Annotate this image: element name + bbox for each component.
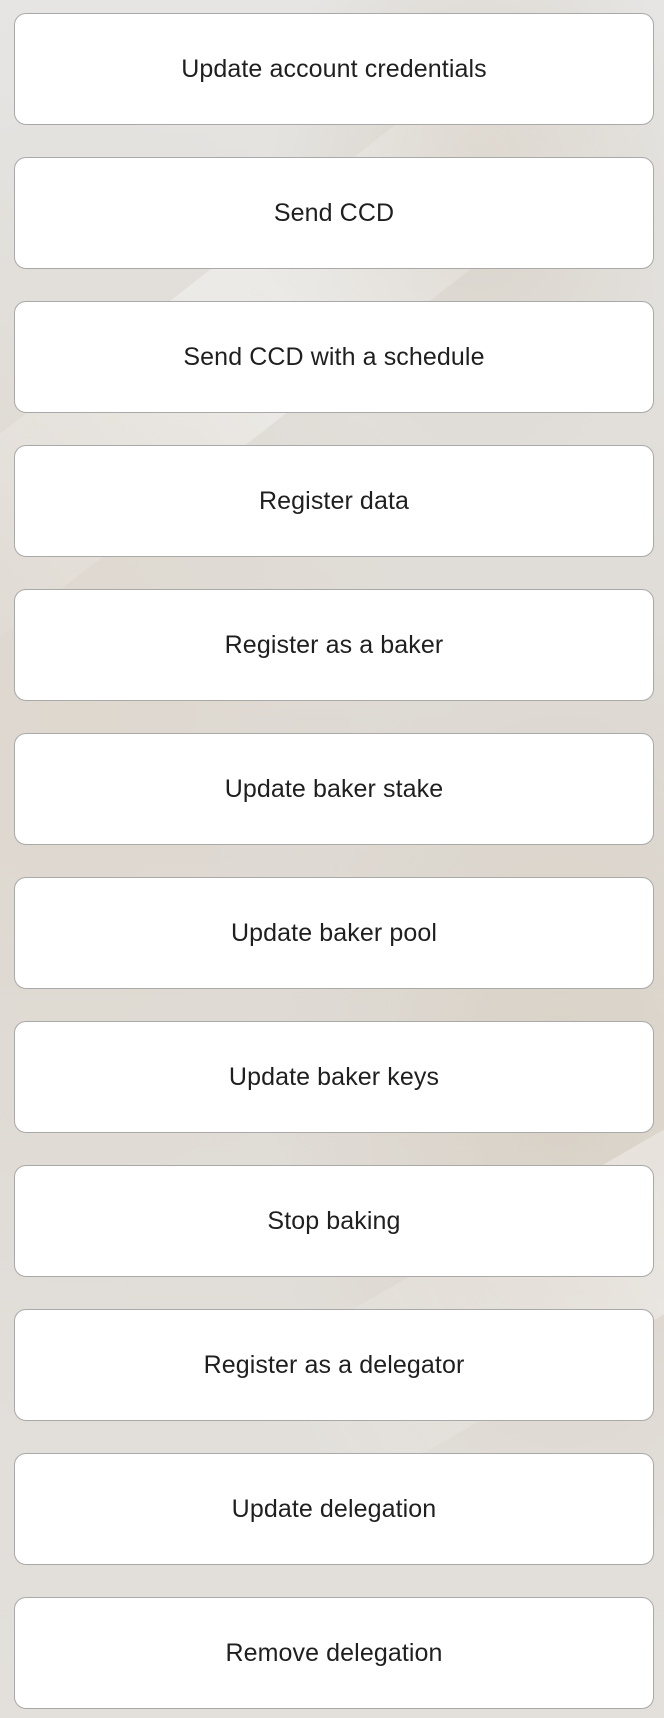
register-as-baker-button[interactable]: Register as a baker: [14, 589, 654, 701]
register-data-button[interactable]: Register data: [14, 445, 654, 557]
update-delegation-button[interactable]: Update delegation: [14, 1453, 654, 1565]
update-baker-stake-button[interactable]: Update baker stake: [14, 733, 654, 845]
update-baker-keys-button[interactable]: Update baker keys: [14, 1021, 654, 1133]
send-ccd-with-schedule-button[interactable]: Send CCD with a schedule: [14, 301, 654, 413]
send-ccd-button[interactable]: Send CCD: [14, 157, 654, 269]
update-account-credentials-button[interactable]: Update account credentials: [14, 13, 654, 125]
stop-baking-button[interactable]: Stop baking: [14, 1165, 654, 1277]
update-baker-pool-button[interactable]: Update baker pool: [14, 877, 654, 989]
remove-delegation-button[interactable]: Remove delegation: [14, 1597, 654, 1709]
register-as-delegator-button[interactable]: Register as a delegator: [14, 1309, 654, 1421]
transaction-action-list: Update account credentials Send CCD Send…: [14, 13, 654, 1709]
